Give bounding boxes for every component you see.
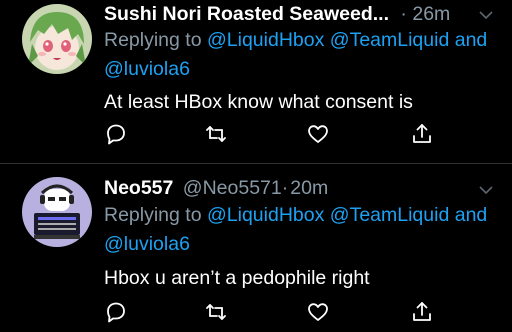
heart-icon (308, 303, 328, 321)
share-icon (413, 124, 431, 143)
retweet-button[interactable] (204, 300, 228, 324)
tweet[interactable]: Sushi Nori Roasted Seaweed... · 26m Repl… (0, 0, 512, 163)
mention-joiner[interactable]: and (455, 29, 488, 51)
handle[interactable]: @Neo5571 (183, 177, 282, 199)
tweet-text: At least HBox know what consent is (104, 91, 413, 113)
display-name[interactable]: Neo557 (104, 177, 173, 199)
heart-icon (308, 125, 328, 143)
avatar[interactable] (22, 4, 92, 74)
reply-button[interactable] (104, 300, 128, 324)
mention-link[interactable]: @TeamLiquid (330, 204, 450, 226)
share-button[interactable] (410, 300, 434, 324)
avatar[interactable] (22, 177, 92, 247)
display-name[interactable]: Sushi Nori Roasted Seaweed... (104, 3, 389, 25)
reply-icon (107, 302, 125, 323)
tweet-actions (104, 122, 444, 148)
retweet-button[interactable] (204, 122, 228, 146)
replying-to-label: Replying to (104, 204, 202, 226)
replying-to: Replying to @LiquidHbox @TeamLiquid and … (104, 26, 496, 84)
tweet[interactable]: Neo557 @Neo5571· 20m Replying to @LiquidH… (0, 164, 512, 332)
replying-to-label: Replying to (104, 29, 202, 51)
retweet-icon (206, 304, 226, 320)
tweet-header: Neo557 @Neo5571· 20m (104, 174, 328, 202)
share-icon (413, 302, 431, 321)
dj-character-avatar-icon (22, 177, 92, 247)
mention-link[interactable]: @luviola6 (104, 58, 190, 80)
replying-to: Replying to @LiquidHbox @TeamLiquid and … (104, 201, 496, 259)
mention-link[interactable]: @TeamLiquid (330, 29, 450, 51)
share-button[interactable] (410, 122, 434, 146)
mention-link[interactable]: @LiquidHbox (207, 204, 324, 226)
tweet-header: Sushi Nori Roasted Seaweed... · 26m (104, 0, 450, 28)
timestamp[interactable]: 20m (290, 177, 328, 199)
tweet-actions (104, 300, 444, 326)
like-button[interactable] (306, 122, 330, 146)
reply-icon (107, 124, 125, 145)
separator: · (400, 3, 407, 25)
mention-joiner[interactable]: and (455, 204, 488, 226)
separator: · (281, 177, 289, 199)
retweet-icon (206, 126, 226, 142)
chevron-down-icon[interactable] (478, 182, 494, 198)
anime-girl-avatar-icon (22, 4, 92, 74)
tweet-text: Hbox u aren’t a pedophile right (104, 267, 370, 289)
timestamp[interactable]: 26m (412, 3, 450, 25)
mention-link[interactable]: @LiquidHbox (207, 29, 324, 51)
mention-link[interactable]: @luviola6 (104, 233, 190, 255)
chevron-down-icon[interactable] (478, 7, 494, 23)
reply-button[interactable] (104, 122, 128, 146)
like-button[interactable] (306, 300, 330, 324)
